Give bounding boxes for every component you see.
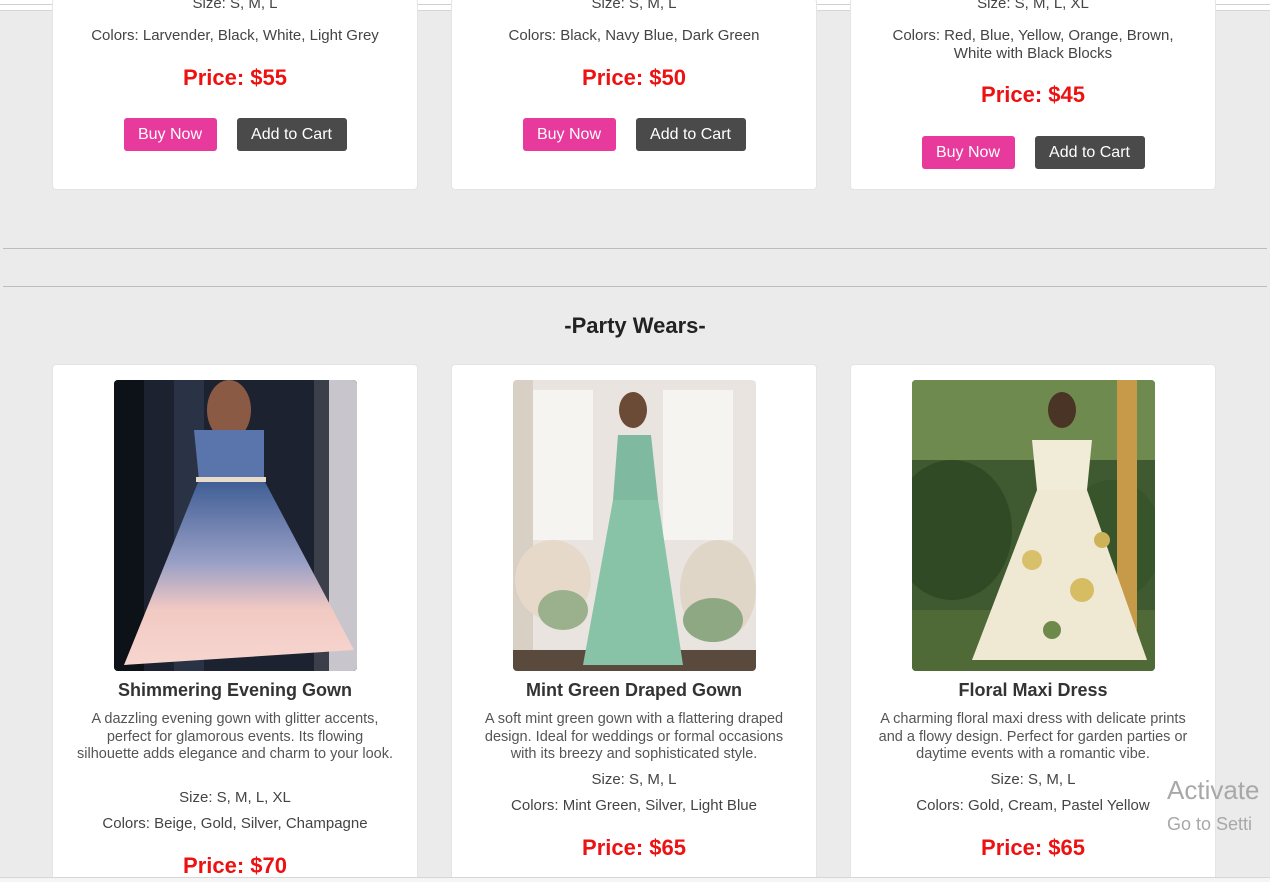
product-card: Size: S, M, L, XL Colors: Red, Blue, Yel… xyxy=(850,0,1216,190)
product-size: Size: S, M, L, XL xyxy=(179,789,291,806)
section-divider xyxy=(3,286,1267,287)
buy-now-button[interactable]: Buy Now xyxy=(123,118,217,151)
product-description: A soft mint green gown with a flattering… xyxy=(484,711,784,762)
horizontal-scrollbar[interactable] xyxy=(0,877,1270,882)
product-description: A dazzling evening gown with glitter acc… xyxy=(77,711,393,762)
product-colors: Colors: Red, Blue, Yellow, Orange, Brown… xyxy=(892,27,1174,62)
product-size: Size: S, M, L xyxy=(192,0,278,12)
product-card: Size: S, M, L Colors: Black, Navy Blue, … xyxy=(451,0,817,190)
product-name: Shimmering Evening Gown xyxy=(117,680,353,700)
add-to-cart-button[interactable]: Add to Cart xyxy=(1034,136,1145,169)
product-price: Price: $55 xyxy=(183,65,287,90)
activation-watermark: Activate xyxy=(1167,775,1260,805)
product-image[interactable] xyxy=(513,380,756,671)
product-price: Price: $70 xyxy=(183,853,287,878)
product-card: Mint Green Draped Gown A soft mint green… xyxy=(451,364,817,882)
product-image[interactable] xyxy=(912,380,1155,671)
product-price: Price: $45 xyxy=(981,82,1085,107)
product-price: Price: $65 xyxy=(582,835,686,860)
product-price: Price: $50 xyxy=(582,65,686,90)
product-size: Size: S, M, L xyxy=(990,771,1076,788)
product-colors: Colors: Mint Green, Silver, Light Blue xyxy=(511,797,757,814)
product-card: Size: S, M, L Colors: Larvender, Black, … xyxy=(52,0,418,190)
product-colors: Colors: Beige, Gold, Silver, Champagne xyxy=(102,815,368,832)
product-card: Shimmering Evening Gown A dazzling eveni… xyxy=(52,364,418,882)
buy-now-button[interactable]: Buy Now xyxy=(522,118,616,151)
product-size: Size: S, M, L, XL xyxy=(977,0,1089,12)
section-divider xyxy=(3,248,1267,249)
product-card: Floral Maxi Dress A charming floral maxi… xyxy=(850,364,1216,882)
product-image[interactable] xyxy=(114,380,357,671)
add-to-cart-button[interactable]: Add to Cart xyxy=(236,118,347,151)
buy-now-button[interactable]: Buy Now xyxy=(921,136,1015,169)
product-colors: Colors: Black, Navy Blue, Dark Green xyxy=(508,27,760,44)
product-price: Price: $65 xyxy=(981,835,1085,860)
add-to-cart-button[interactable]: Add to Cart xyxy=(635,118,746,151)
product-name: Floral Maxi Dress xyxy=(958,680,1108,700)
product-description: A charming floral maxi dress with delica… xyxy=(878,711,1188,762)
product-size: Size: S, M, L xyxy=(591,0,677,12)
product-name: Mint Green Draped Gown xyxy=(525,680,743,700)
section-title: -Party Wears- xyxy=(564,313,706,338)
product-size: Size: S, M, L xyxy=(591,771,677,788)
product-colors: Colors: Gold, Cream, Pastel Yellow xyxy=(916,797,1150,814)
activation-watermark-link: Go to Setti xyxy=(1167,814,1253,834)
product-colors: Colors: Larvender, Black, White, Light G… xyxy=(91,27,379,44)
